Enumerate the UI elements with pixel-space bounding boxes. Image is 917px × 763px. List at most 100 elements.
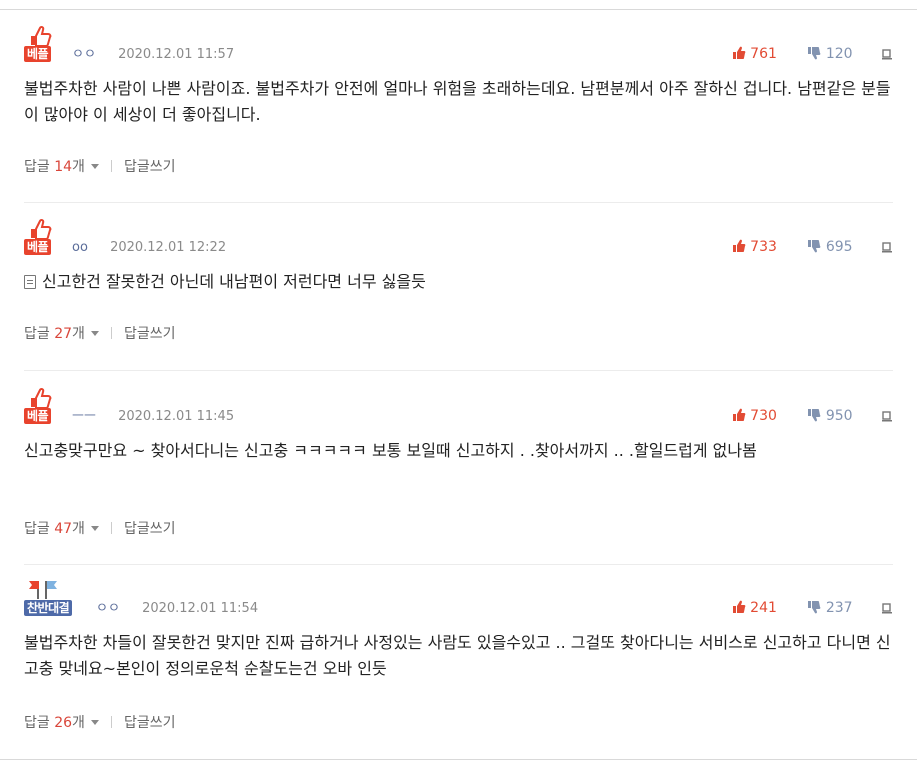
upvote-count: 241	[750, 600, 777, 616]
upvote-button[interactable]: 241	[732, 600, 782, 616]
comment-body: 신고한건 잘못한건 아닌데 내남편이 저런다면 너무 싫을듯	[24, 269, 893, 295]
reply-toggle[interactable]: 답글 14개	[24, 159, 99, 175]
comment-item: 베플 oo 2020.12.01 12:22 733 695 신고한건 잘못한건…	[24, 217, 893, 367]
reply-label: 답글	[24, 715, 50, 731]
bottom-divider	[0, 759, 917, 760]
reply-toggle[interactable]: 답글 26개	[24, 715, 99, 731]
thumb-up-icon	[732, 600, 746, 613]
comment-meta: oo 2020.12.01 12:22	[72, 240, 226, 256]
nickname-link[interactable]: ㅇㅇ	[96, 601, 120, 616]
report-button[interactable]	[881, 238, 893, 256]
comment-divider	[24, 370, 893, 371]
write-reply-link[interactable]: 답글쓰기	[124, 715, 176, 731]
thumb-down-icon	[808, 47, 821, 60]
nickname-link[interactable]: oo	[72, 240, 88, 255]
best-badge: 베플	[24, 408, 52, 424]
write-reply-link[interactable]: 답글쓰기	[124, 521, 176, 537]
reply-unit: 개	[72, 159, 85, 175]
comment-date: 2020.12.01 11:54	[142, 601, 259, 616]
top-divider	[0, 9, 917, 10]
caret-down-icon	[90, 526, 99, 531]
upvote-button[interactable]: 730	[732, 408, 782, 424]
comment-item: 베플 ㅡㅡ 2020.12.01 11:45 730 950 신고충맞구만요 ~…	[24, 386, 893, 556]
flag-icon	[29, 581, 57, 599]
comment-divider	[24, 202, 893, 203]
comment-text: 신고충맞구만요 ~ 찾아서다니는 신고충 ㅋㅋㅋㅋㅋ 보통 보일때 신고하지 .…	[24, 441, 757, 460]
comment-text: 불법주차한 사람이 나쁜 사람이죠. 불법주차가 안전에 얼마나 위험을 초래하…	[24, 79, 891, 124]
downvote-button[interactable]: 120	[807, 46, 857, 62]
divider	[110, 716, 112, 728]
thumb-up-icon	[732, 239, 746, 252]
report-icon	[882, 49, 892, 60]
comment-date: 2020.12.01 11:57	[118, 47, 235, 62]
divider	[110, 160, 112, 172]
thumb-down-icon	[808, 409, 821, 422]
thumb-up-icon	[732, 46, 746, 59]
comment-list: 베플 ㅇㅇ 2020.12.01 11:57 761 120 불법주차한 사람이…	[0, 0, 917, 763]
upvote-count: 761	[750, 46, 777, 62]
thumbs-up-icon	[31, 25, 52, 46]
comment-item: 베플 ㅇㅇ 2020.12.01 11:57 761 120 불법주차한 사람이…	[24, 24, 893, 194]
reply-bar: 답글 26개 답글쓰기	[24, 714, 175, 732]
nickname-link[interactable]: ㅡㅡ	[72, 409, 96, 424]
reply-unit: 개	[72, 715, 85, 731]
reply-bar: 답글 27개 답글쓰기	[24, 325, 175, 343]
reply-toggle[interactable]: 답글 27개	[24, 326, 99, 342]
vote-area: 761 120	[732, 45, 893, 63]
comment-item: 찬반대결 ㅇㅇ 2020.12.01 11:54 241 237 불법주차한 차…	[24, 578, 893, 748]
caret-down-icon	[90, 720, 99, 725]
divider	[110, 522, 112, 534]
caret-down-icon	[90, 164, 99, 169]
comment-text: 불법주차한 차들이 잘못한건 맞지만 진짜 급하거나 사정있는 사람도 있을수있…	[24, 633, 891, 678]
reply-bar: 답글 47개 답글쓰기	[24, 520, 175, 538]
comment-meta: ㅇㅇ 2020.12.01 11:57	[72, 47, 234, 63]
downvote-count: 695	[825, 239, 853, 255]
reply-toggle[interactable]: 답글 47개	[24, 521, 99, 537]
downvote-count: 237	[825, 600, 853, 616]
versus-badge: 찬반대결	[24, 600, 73, 616]
thumbs-up-icon	[31, 387, 52, 408]
reply-label: 답글	[24, 521, 50, 537]
thumb-up-icon	[732, 408, 746, 421]
report-button[interactable]	[881, 45, 893, 63]
reply-count: 47	[54, 521, 73, 537]
report-button[interactable]	[881, 407, 893, 425]
nickname-link[interactable]: ㅇㅇ	[72, 47, 96, 62]
comment-divider	[24, 564, 893, 565]
divider	[110, 327, 112, 339]
reply-count: 27	[54, 326, 73, 342]
vote-area: 730 950	[732, 407, 893, 425]
downvote-count: 120	[825, 46, 853, 62]
report-button[interactable]	[881, 599, 893, 617]
report-icon	[882, 242, 892, 253]
reply-unit: 개	[72, 326, 85, 342]
upvote-button[interactable]: 761	[732, 46, 782, 62]
upvote-count: 733	[750, 239, 777, 255]
thumb-down-icon	[808, 601, 821, 614]
downvote-button[interactable]: 950	[807, 408, 857, 424]
reply-unit: 개	[72, 521, 85, 537]
reply-count: 26	[54, 715, 73, 731]
comment-date: 2020.12.01 12:22	[110, 240, 227, 255]
caret-down-icon	[90, 331, 99, 336]
best-badge: 베플	[24, 46, 52, 62]
reply-label: 답글	[24, 326, 50, 342]
thumb-down-icon	[808, 240, 821, 253]
reply-label: 답글	[24, 159, 50, 175]
downvote-count: 950	[825, 408, 853, 424]
memo-icon	[24, 275, 36, 289]
comment-meta: ㅡㅡ 2020.12.01 11:45	[72, 409, 234, 425]
reply-bar: 답글 14개 답글쓰기	[24, 158, 175, 176]
write-reply-link[interactable]: 답글쓰기	[124, 326, 176, 342]
comment-date: 2020.12.01 11:45	[118, 409, 235, 424]
thumbs-up-icon	[31, 218, 52, 239]
downvote-button[interactable]: 695	[807, 239, 857, 255]
write-reply-link[interactable]: 답글쓰기	[124, 159, 176, 175]
comment-meta: ㅇㅇ 2020.12.01 11:54	[96, 601, 258, 617]
downvote-button[interactable]: 237	[807, 600, 857, 616]
comment-text: 신고한건 잘못한건 아닌데 내남편이 저런다면 너무 싫을듯	[42, 272, 426, 291]
report-icon	[882, 603, 892, 614]
upvote-count: 730	[750, 408, 777, 424]
upvote-button[interactable]: 733	[732, 239, 782, 255]
report-icon	[882, 411, 892, 422]
